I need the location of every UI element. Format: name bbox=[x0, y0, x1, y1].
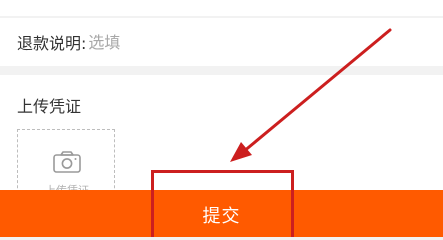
refund-explanation-label: 退款说明: bbox=[17, 34, 87, 53]
refund-form-screen: 退款说明: 上传凭证 上传凭证 提交 bbox=[0, 0, 443, 237]
camera-icon bbox=[53, 151, 81, 173]
top-section-strip bbox=[0, 0, 443, 16]
submit-button[interactable]: 提交 bbox=[0, 190, 443, 237]
upload-proof-title: 上传凭证 bbox=[17, 97, 82, 116]
refund-explanation-row: 退款说明: bbox=[0, 18, 443, 66]
submit-button-label: 提交 bbox=[202, 206, 241, 226]
refund-explanation-input[interactable] bbox=[88, 32, 389, 52]
